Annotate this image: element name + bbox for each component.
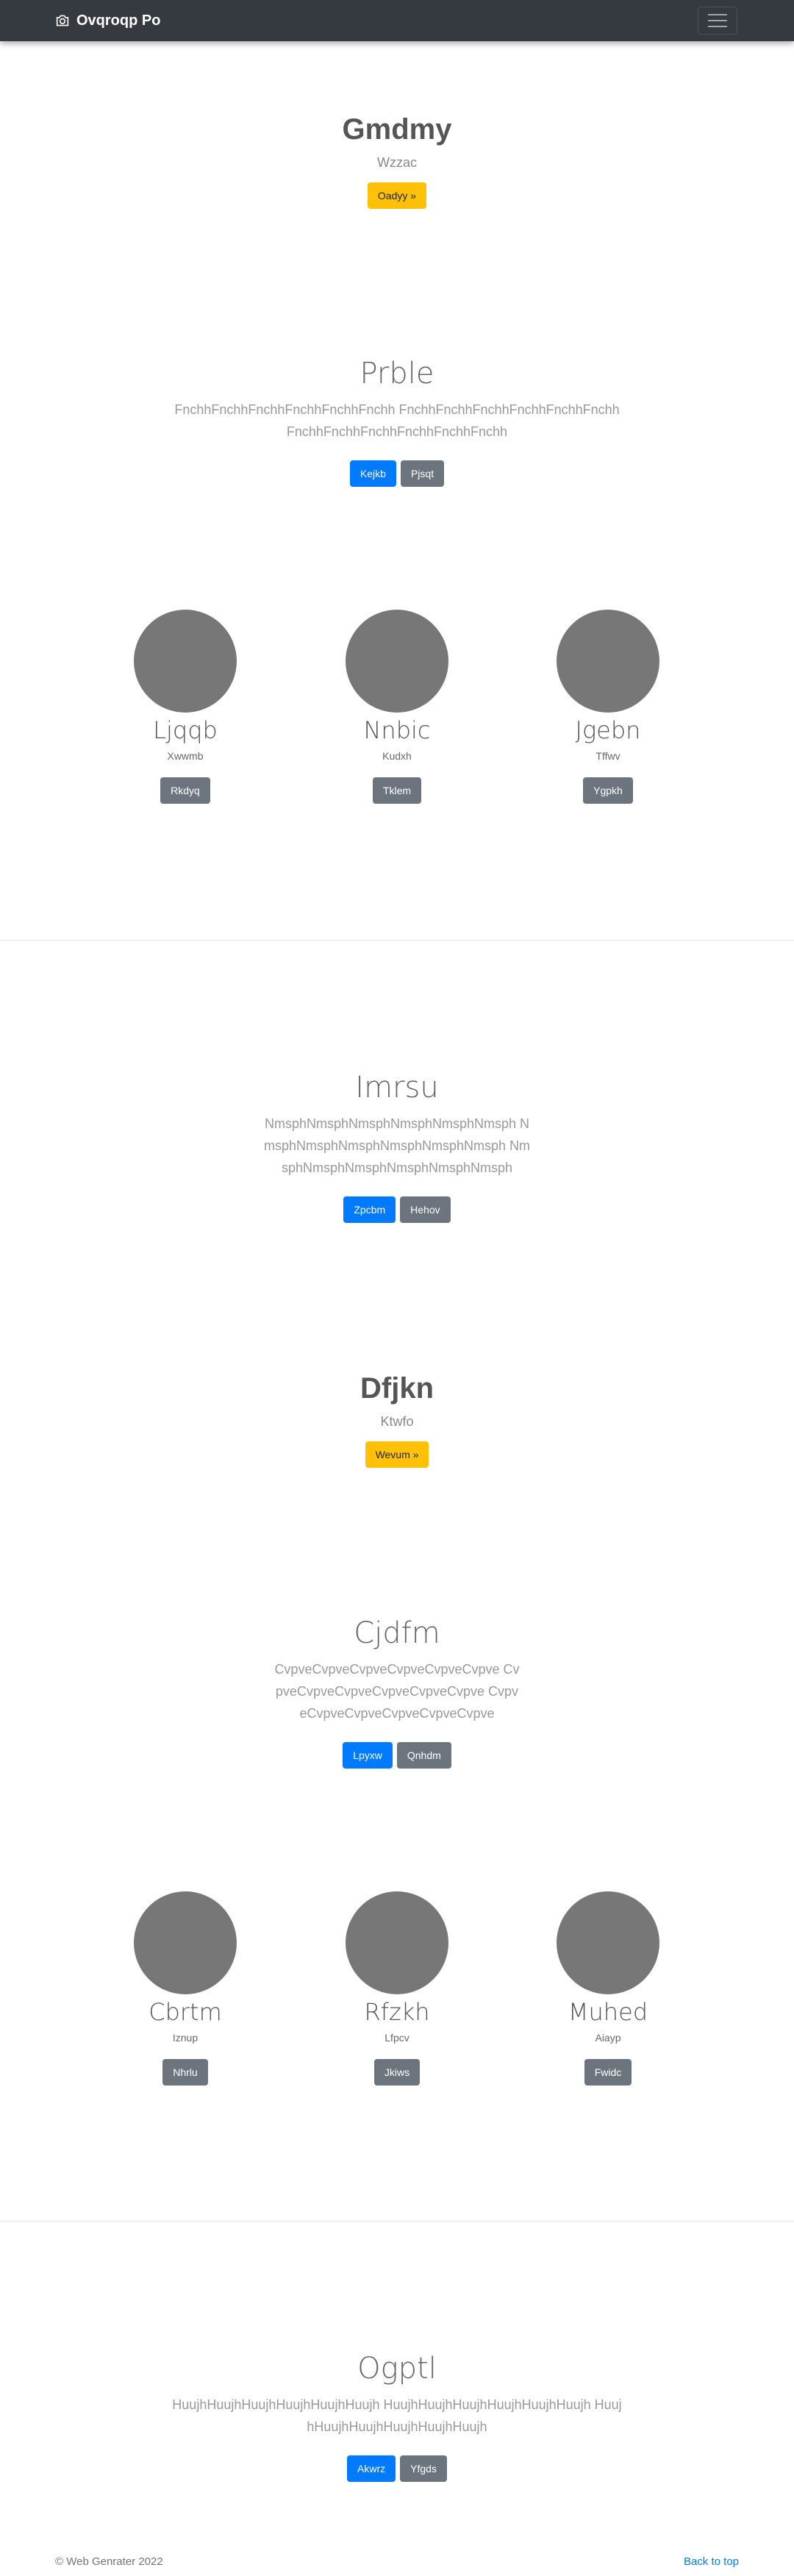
hero-cta-button[interactable]: Oadyy » [367,182,427,209]
brand-link[interactable]: Ovqroqp Po [55,0,160,41]
column-subtitle: Tffwv [596,750,620,762]
column-card: Nnbic Kudxh Tklem [287,610,507,804]
navbar: Ovqroqp Po [0,0,794,41]
secondary-button[interactable]: Qnhdm [396,1742,451,1769]
avatar-placeholder [134,610,237,713]
primary-button[interactable]: Zpcbm [343,1196,396,1223]
back-to-top-link[interactable]: Back to top [684,2555,739,2568]
column-button[interactable]: Ygpkh [583,777,633,804]
secondary-button[interactable]: Pjsqt [400,460,445,487]
feature-heading: Imrsu [355,1071,439,1105]
column-card: Ljqqb Xwwmb Rkdyq [75,610,296,804]
column-card: Jgebn Tffwv Ygpkh [498,610,718,804]
hero-title: Gmdmy [342,113,452,146]
feature-section: Cjdfm CvpveCvpveCvpveCvpveCvpveCvpve Cvp… [0,1616,794,1769]
feature-text: HuujhHuujhHuujhHuujhHuujhHuujh HuujhHuuj… [172,2397,622,2434]
hero-subtitle: Ktwfo [380,1414,414,1429]
feature-text: FnchhFnchhFnchhFnchhFnchhFnchh FnchhFnch… [174,402,620,439]
avatar-placeholder [346,1891,448,1994]
navbar-toggle-button[interactable] [698,7,737,35]
column-subtitle: Xwwmb [167,750,204,762]
column-button[interactable]: Nhrlu [162,2059,208,2086]
column-button[interactable]: Jkiws [373,2059,421,2086]
feature-text: NmsphNmsphNmsphNmsphNmsphNmsph NmsphNmsp… [263,1116,531,1175]
camera-icon [56,15,69,26]
primary-button[interactable]: Lpyxw [343,1742,393,1769]
hamburger-icon [708,14,727,15]
column-button[interactable]: Rkdyq [160,777,210,804]
primary-button[interactable]: Kejkb [349,460,396,487]
feature-section: Ogptl HuujhHuujhHuujhHuujhHuujhHuujh Huu… [0,2351,794,2482]
column-button[interactable]: Tklem [372,777,422,804]
hamburger-icon-bar [708,20,727,21]
column-card: Muhed Aiayp Fwidc [498,1891,718,2086]
feature-section: Imrsu NmsphNmsphNmsphNmsphNmsphNmsph Nms… [0,1070,794,1223]
copyright-text: © Web Genrater 2022 [55,2555,163,2568]
avatar-placeholder [346,610,448,713]
column-title: Cbrtm [149,1998,222,2026]
column-subtitle: Aiayp [595,2032,621,2044]
secondary-button[interactable]: Hehov [400,1196,451,1223]
column-card: Cbrtm Iznup Nhrlu [75,1891,296,2086]
column-title: Ljqqb [153,716,218,744]
hero-section: Gmdmy Wzzac Oadyy » [0,112,794,209]
column-subtitle: Lfpcv [385,2032,409,2044]
column-title: Rfzkh [364,1998,430,2026]
feature-text: CvpveCvpveCvpveCvpveCvpveCvpve CvpveCvpv… [274,1662,520,1721]
feature-heading: Cjdfm [354,1616,440,1650]
footer: © Web Genrater 2022 Back to top [0,2555,794,2573]
avatar-placeholder [557,610,659,713]
hero-title: Dfjkn [360,1372,434,1405]
hero-cta-button[interactable]: Wevum » [365,1441,429,1468]
column-card: Rfzkh Lfpcv Jkiws [287,1891,507,2086]
secondary-button[interactable]: Yfgds [400,2455,447,2482]
primary-button[interactable]: Akwrz [347,2455,396,2482]
feature-section: Prble FnchhFnchhFnchhFnchhFnchhFnchh Fnc… [0,356,794,487]
column-subtitle: Kudxh [382,750,412,762]
hero-section: Dfjkn Ktwfo Wevum » [0,1371,794,1468]
avatar-placeholder [557,1891,659,1994]
column-title: Muhed [568,1998,648,2026]
hero-subtitle: Wzzac [377,155,417,170]
brand-text: Ovqroqp Po [76,12,161,29]
section-divider [0,940,794,941]
hamburger-icon-bar [708,26,727,27]
column-title: Jgebn [575,716,641,744]
feature-heading: Prble [360,357,434,390]
column-subtitle: Iznup [172,2032,198,2044]
section-divider [0,2221,794,2222]
avatar-placeholder [134,1891,237,1994]
column-button[interactable]: Fwidc [584,2059,632,2086]
feature-heading: Ogptl [357,2352,437,2386]
column-title: Nnbic [363,716,431,744]
